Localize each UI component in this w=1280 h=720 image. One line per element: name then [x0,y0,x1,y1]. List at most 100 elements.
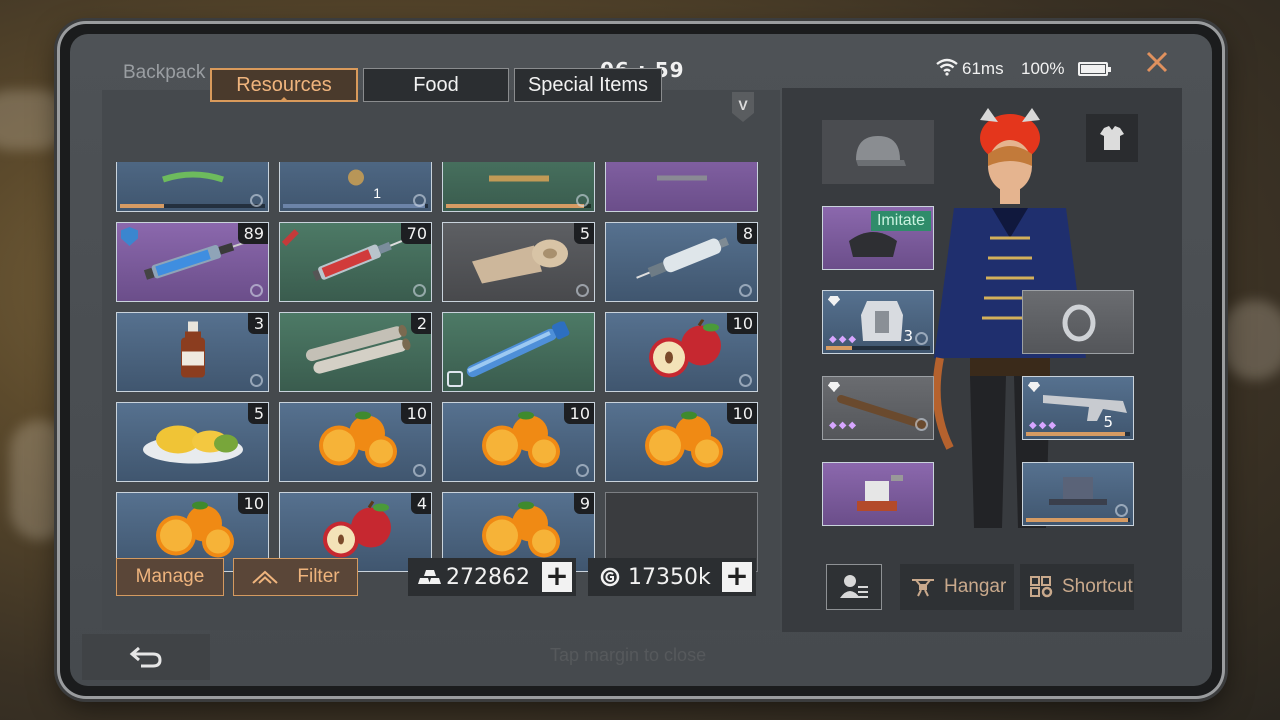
lock-icon [1115,504,1128,517]
lock-icon [413,464,426,477]
item-slot-oranges[interactable]: 10 [279,402,432,482]
lock-icon [576,464,589,477]
item-slot-logs[interactable]: 2 [279,312,432,392]
green-scope-icon [153,168,233,193]
durability-bar [1026,432,1130,436]
item-slot-oranges[interactable]: 10 [442,402,595,482]
battery-icon [1078,62,1111,76]
oranges-icon [301,410,411,475]
white-syringe-icon [627,235,737,290]
profile-button[interactable] [826,564,882,610]
item-quantity: 8 [736,223,757,244]
item-slot-white-syringe[interactable]: 8 [605,222,758,302]
vest-slot[interactable]: ◆◆◆ 3 [822,290,934,354]
background-blur [1220,300,1280,380]
ping-readout: 61ms [962,59,1004,78]
item-level: 3 [903,327,913,345]
durability-bar [283,204,428,208]
gadget-slot[interactable] [1022,462,1134,526]
item-quantity: 9 [573,493,594,514]
oranges-icon [464,500,574,565]
durability-bar [120,204,265,208]
item-level: 5 [1103,413,1113,431]
hangar-button[interactable]: Hangar [900,564,1014,610]
ring-slot[interactable] [1022,290,1134,354]
back-arrow-icon [129,646,162,668]
item-slot-mango[interactable]: 5 [116,402,269,482]
helmet-slot[interactable] [822,120,934,184]
oranges-icon [138,500,248,565]
item-quantity: 5 [573,223,594,244]
blue-test-tube-icon [454,320,584,383]
lock-icon [413,194,426,207]
bandage-icon [464,232,574,293]
item-slot-blue-syringe[interactable]: 89 [116,222,269,302]
wifi-icon [936,58,958,81]
battery-percent: 100% [1021,59,1065,78]
durability-bar [446,204,591,208]
manage-button[interactable]: Manage [116,558,224,596]
item-slot-bandage[interactable]: 5 [442,222,595,302]
gem-icon [828,296,840,306]
item-slot[interactable] [442,162,595,212]
item-slot[interactable] [116,162,269,212]
shortcut-button[interactable]: Shortcut [1020,564,1134,610]
lock-icon [250,374,263,387]
item-slot[interactable]: 1 [279,162,432,212]
outfit-button[interactable] [1086,114,1138,162]
tab-food[interactable]: Food [363,68,509,102]
item-slot-medicine[interactable]: 3 [116,312,269,392]
coin-amount: 17350k [628,564,711,590]
filter-button[interactable]: Filter [233,558,358,596]
tab-resources[interactable]: Resources [210,68,358,102]
item-quantity: 89 [237,223,268,244]
imitate-badge: Imitate [870,211,931,231]
gun-slot[interactable]: ◆◆◆ 5 [1022,376,1134,440]
checkbox-icon [447,371,463,387]
item-quantity: 10 [726,313,757,334]
item-quantity: 2 [410,313,431,334]
item-quantity: 70 [400,223,431,244]
item-slot-test-tube[interactable] [442,312,595,392]
melee-weapon-slot[interactable]: ◆◆◆ [822,376,934,440]
add-coins-button[interactable]: + [722,562,752,592]
item-slot-oranges[interactable]: 10 [605,402,758,482]
blue-syringe-icon [133,235,253,290]
add-gold-button[interactable]: + [542,562,572,592]
close-button[interactable] [1142,48,1172,82]
item-quantity: 3 [247,313,268,334]
shirt-icon [1100,126,1124,150]
close-hint: Tap margin to close [550,645,707,665]
lock-icon [250,284,263,297]
apples-icon [301,500,411,565]
item-slot-apples[interactable]: 10 [605,312,758,392]
item-quantity: 10 [400,403,431,424]
back-button[interactable] [82,634,210,680]
pin-icon [281,229,299,247]
item-slot[interactable] [605,162,758,212]
profile-list-icon [840,575,868,598]
medicine-bottle-icon [173,318,213,387]
category-tabs: Resources Food Special Items [210,68,662,102]
mask-slot[interactable]: Imitate [822,206,934,270]
gun-icon [1043,395,1127,421]
item-grid: 1 89 70 5 8 3 2 10 5 10 10 10 10 4 9 [116,162,761,582]
oranges-icon [627,410,737,475]
red-syringe-icon [301,235,411,290]
device-frame: Backpack 06 : 59 61ms 100% Resources Foo… [60,24,1222,696]
shortcut-gear-icon [1030,576,1053,598]
filter-icon [252,570,279,584]
rank-stars: ◆◆◆ [829,334,859,345]
durability-bar [826,346,930,350]
gun-part-icon [484,168,554,193]
filter-label: Filter [297,566,340,587]
rank-stars: ◆◆◆ [1029,420,1059,431]
item-quantity: 10 [726,403,757,424]
gold-bar-icon [418,570,441,584]
lock-icon [739,374,752,387]
rank-stars: ◆◆◆ [829,420,859,431]
drone-slot[interactable] [822,462,934,526]
logs-icon [296,322,416,383]
tab-special-items[interactable]: Special Items [514,68,662,102]
item-slot-red-syringe[interactable]: 70 [279,222,432,302]
